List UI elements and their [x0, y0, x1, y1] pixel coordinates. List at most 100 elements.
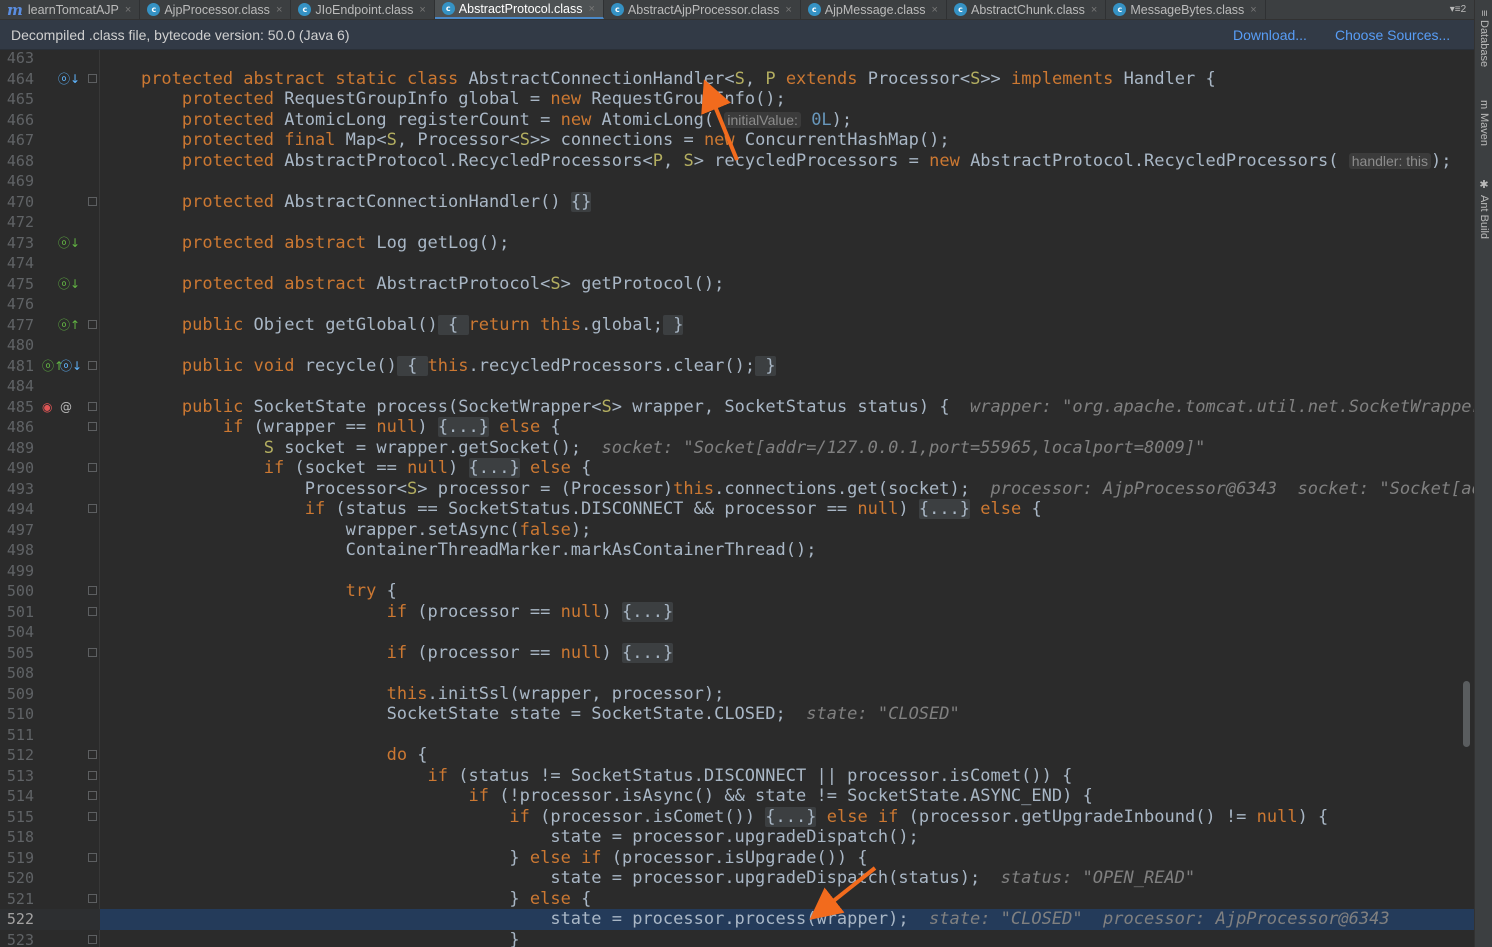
code-line[interactable]: 472	[0, 212, 1474, 233]
line-number[interactable]: 475	[0, 274, 34, 295]
code-text[interactable]	[100, 622, 1474, 643]
line-number[interactable]: 466	[0, 110, 34, 131]
code-line[interactable]: 514 if (!processor.isAsync() && state !=…	[0, 786, 1474, 807]
code-line[interactable]: 501 if (processor == null) {...}	[0, 601, 1474, 623]
fold-toggle-icon[interactable]	[88, 401, 97, 411]
code-line[interactable]: 469	[0, 171, 1474, 192]
code-text[interactable]: protected abstract static class Abstract…	[100, 69, 1474, 90]
current-execution-line[interactable]: 522 state = processor.process(wrapper); …	[0, 909, 1474, 930]
line-number[interactable]: 504	[0, 622, 34, 643]
fold-toggle-icon[interactable]	[88, 196, 97, 206]
line-number[interactable]: 476	[0, 294, 34, 315]
code-line[interactable]: 513 if (status != SocketStatus.DISCONNEC…	[0, 766, 1474, 787]
line-number[interactable]: 465	[0, 89, 34, 110]
code-line[interactable]: 464 ⓞ↓ protected abstract static class Ab…	[0, 69, 1474, 90]
tab-messagebytes-class[interactable]: c MessageBytes.class ×	[1106, 0, 1266, 19]
code-text[interactable]	[100, 212, 1474, 233]
code-line[interactable]: 511	[0, 725, 1474, 746]
code-line[interactable]: 497 wrapper.setAsync(false);	[0, 520, 1474, 541]
line-number[interactable]: 510	[0, 704, 34, 725]
line-number[interactable]: 500	[0, 581, 34, 602]
line-number[interactable]: 523	[0, 930, 34, 947]
code-line[interactable]: 475 ⓞ↓ protected abstract AbstractProtoco…	[0, 274, 1474, 295]
code-line[interactable]: 477 ⓞ↑ public Object getGlobal() { return…	[0, 314, 1474, 336]
fold-toggle-icon[interactable]	[88, 422, 97, 431]
code-line[interactable]: 473 ⓞ↓ protected abstract Log getLog();	[0, 233, 1474, 254]
close-icon[interactable]: ×	[588, 3, 594, 15]
line-number[interactable]: 521	[0, 889, 34, 910]
line-number[interactable]: 511	[0, 725, 34, 746]
fold-toggle-icon[interactable]	[88, 791, 97, 800]
code-text[interactable]: public Object getGlobal() { return this.…	[100, 314, 1474, 336]
line-number[interactable]: 518	[0, 827, 34, 848]
line-number[interactable]: 468	[0, 151, 34, 172]
line-number[interactable]: 481	[0, 356, 34, 377]
code-text[interactable]: public SocketState process(SocketWrapper…	[100, 397, 1474, 418]
code-text[interactable]	[100, 663, 1474, 684]
code-text[interactable]: if (status == SocketStatus.DISCONNECT &&…	[100, 499, 1474, 520]
code-line[interactable]: 519 } else if (processor.isUpgrade()) {	[0, 848, 1474, 869]
fold-toggle-icon[interactable]	[88, 750, 97, 759]
code-text[interactable]: SocketState state = SocketState.CLOSED; …	[100, 704, 1474, 725]
implemented-down-icon[interactable]: ⓞ↓	[58, 233, 80, 253]
code-line[interactable]: 509 this.initSsl(wrapper, processor);	[0, 684, 1474, 705]
code-line[interactable]: 480	[0, 335, 1474, 356]
download-sources-link[interactable]: Download...	[1233, 27, 1307, 43]
tool-window-database[interactable]: ≡ Database	[1475, 10, 1492, 68]
tab-ajpmessage-class[interactable]: c AjpMessage.class ×	[801, 0, 947, 19]
code-text[interactable]: if (processor == null) {...}	[100, 601, 1474, 623]
code-line[interactable]: 463	[0, 50, 1474, 69]
close-icon[interactable]: ×	[419, 4, 425, 16]
line-number[interactable]: 493	[0, 479, 34, 500]
code-text[interactable]: protected RequestGroupInfo global = new …	[100, 89, 1474, 110]
code-line[interactable]: 485 ◉ @ public SocketState process(SocketW…	[0, 397, 1474, 418]
code-text[interactable]	[100, 561, 1474, 582]
code-line[interactable]: 494 if (status == SocketStatus.DISCONNEC…	[0, 499, 1474, 520]
line-number[interactable]: 472	[0, 212, 34, 233]
code-line[interactable]: 500 try {	[0, 581, 1474, 602]
tab-ajpprocessor-class[interactable]: c AjpProcessor.class ×	[140, 0, 292, 19]
line-number[interactable]: 474	[0, 253, 34, 274]
code-editor[interactable]: 463 464 ⓞ↓ protected abstract static class…	[0, 50, 1474, 947]
code-line[interactable]: 474	[0, 253, 1474, 274]
code-line[interactable]: 493 Processor<S> processor = (Processor)…	[0, 479, 1474, 500]
fold-toggle-icon[interactable]	[88, 934, 97, 944]
line-number[interactable]: 501	[0, 602, 34, 623]
line-number[interactable]: 519	[0, 848, 34, 869]
code-text[interactable]: }	[100, 930, 1474, 947]
line-number[interactable]: 498	[0, 540, 34, 561]
code-line[interactable]: 518 state = processor.upgradeDispatch();	[0, 827, 1474, 848]
code-line[interactable]: 470 protected AbstractConnectionHandler(…	[0, 191, 1474, 213]
code-line[interactable]: 510 SocketState state = SocketState.CLOS…	[0, 704, 1474, 725]
line-number[interactable]: 499	[0, 561, 34, 582]
line-number[interactable]: 485	[0, 397, 34, 418]
fold-toggle-icon[interactable]	[88, 893, 97, 903]
code-text[interactable]	[100, 253, 1474, 274]
code-text[interactable]: } else {	[100, 889, 1474, 910]
code-text[interactable]	[100, 335, 1474, 356]
fold-toggle-icon[interactable]	[88, 770, 97, 780]
line-number[interactable]: 490	[0, 458, 34, 479]
code-text[interactable]	[100, 50, 1474, 69]
code-text[interactable]: protected abstract AbstractProtocol<S> g…	[100, 274, 1474, 295]
fold-toggle-icon[interactable]	[88, 319, 97, 329]
code-line[interactable]: 498 ContainerThreadMarker.markAsContaine…	[0, 540, 1474, 561]
close-icon[interactable]: ×	[1091, 4, 1097, 16]
code-line[interactable]: 499	[0, 561, 1474, 582]
code-text[interactable]: if (wrapper == null) {...} else {	[100, 417, 1474, 438]
line-number[interactable]: 513	[0, 766, 34, 787]
fold-toggle-icon[interactable]	[88, 73, 97, 83]
tab-abstractprotocol-class[interactable]: c AbstractProtocol.class ×	[434, 0, 604, 19]
code-text[interactable]	[100, 725, 1474, 746]
code-text[interactable]: protected abstract Log getLog();	[100, 233, 1474, 254]
code-line[interactable]: 476	[0, 294, 1474, 315]
code-text[interactable]: public void recycle() { this.recycledPro…	[100, 355, 1474, 377]
code-text[interactable]: state = processor.upgradeDispatch();	[100, 827, 1474, 848]
fold-toggle-icon[interactable]	[88, 586, 97, 595]
code-text[interactable]: if (processor.isComet()) {...} else if (…	[100, 806, 1474, 828]
code-line[interactable]: 515 if (processor.isComet()) {...} else …	[0, 806, 1474, 828]
code-text[interactable]: } else if (processor.isUpgrade()) {	[100, 848, 1474, 869]
fold-toggle-icon[interactable]	[88, 647, 97, 657]
fold-toggle-icon[interactable]	[88, 606, 97, 616]
code-text[interactable]	[100, 171, 1474, 192]
